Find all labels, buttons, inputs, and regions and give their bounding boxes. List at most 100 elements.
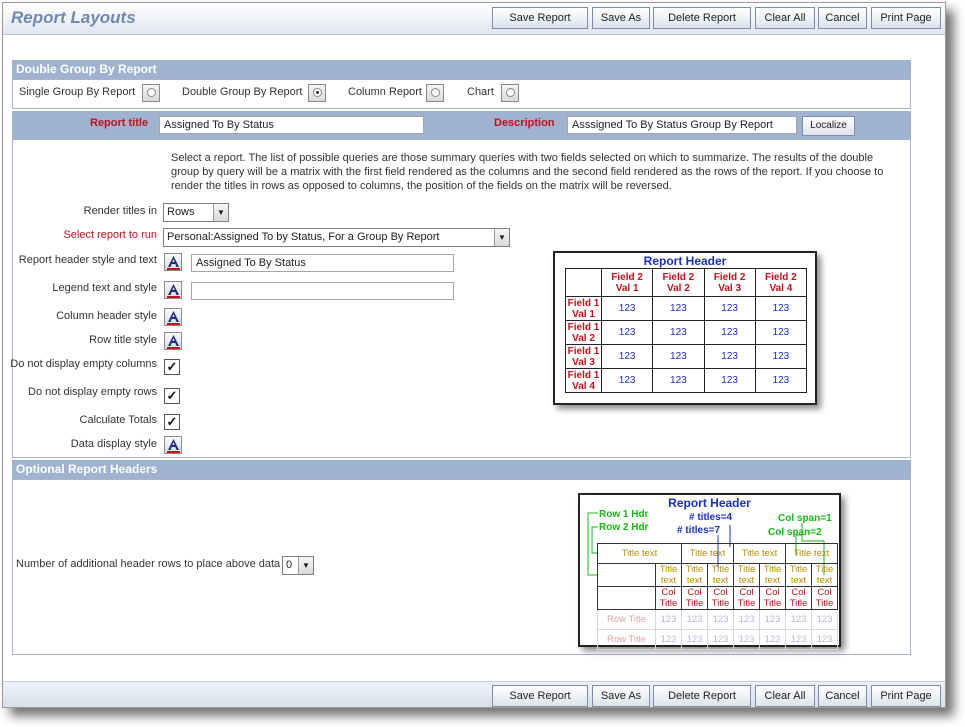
value-cell: 123 <box>681 629 708 650</box>
description-input[interactable] <box>567 116 797 134</box>
value-cell: 123 <box>811 629 838 650</box>
help-text: Select a report. The list of possible qu… <box>171 152 884 192</box>
bottom-toolbar: Save Report Save As Delete Report Clear … <box>3 681 945 707</box>
chart-label: Chart <box>467 86 494 98</box>
value-cell: 123 <box>754 344 808 369</box>
cancel-button[interactable]: Cancel <box>818 685 867 707</box>
value-cell: 123 <box>655 609 682 630</box>
column-header: Field 2 Val 2 <box>652 268 705 297</box>
value-cell: 123 <box>759 629 786 650</box>
header-preview-matrix: Title text Title text Title text Title t… <box>597 543 838 650</box>
value-cell: 123 <box>655 629 682 650</box>
single-group-label: Single Group By Report <box>19 86 136 98</box>
value-cell: 123 <box>681 609 708 630</box>
text-style-icon[interactable] <box>164 281 182 299</box>
calc-totals-checkbox[interactable]: ✓ <box>164 414 180 430</box>
data-style-label: Data display style <box>70 438 157 450</box>
header-preview: Report Header Row 1 Hdr Row 2 Hdr # titl… <box>578 493 841 650</box>
titles4-annotation: # titles=4 <box>689 512 733 523</box>
clear-all-button[interactable]: Clear All <box>755 685 815 707</box>
select-report-label: Select report to run <box>63 229 157 241</box>
col-title-cell: Col Title <box>785 586 812 610</box>
title-cell: Title text <box>811 563 838 587</box>
empty-columns-label: Do not display empty columns <box>10 358 157 370</box>
save-as-button[interactable]: Save As <box>592 685 650 707</box>
value-cell: 123 <box>785 629 812 650</box>
render-titles-select[interactable]: Rows ▼ <box>163 203 229 222</box>
print-page-button[interactable]: Print Page <box>871 685 941 707</box>
title-cell: Title text <box>785 563 812 587</box>
colspan2-annotation: Col span=2 <box>768 527 822 538</box>
column-header: Field 2 Val 3 <box>703 268 756 297</box>
header-rows-label: Number of additional header rows to plac… <box>16 558 281 570</box>
text-style-icon[interactable] <box>164 332 182 350</box>
column-header: Field 2 Val 1 <box>600 268 654 297</box>
legend-label: Legend text and style <box>52 282 157 294</box>
col-title-cell: Col Title <box>707 586 734 610</box>
row-header: Field 1 Val 2 <box>565 320 602 345</box>
single-group-radio[interactable] <box>142 84 160 102</box>
title-cell: Title text <box>733 563 760 587</box>
report-preview: Report Header Field 2 Val 1 Field 2 Val 2 … <box>553 251 817 405</box>
value-cell: 123 <box>600 296 654 321</box>
empty-columns-checkbox[interactable]: ✓ <box>164 359 180 375</box>
calc-totals-label: Calculate Totals <box>79 414 157 426</box>
clear-all-button[interactable]: Clear All <box>755 7 815 29</box>
render-titles-label: Render titles in <box>83 205 157 217</box>
text-style-icon[interactable] <box>164 253 182 271</box>
delete-report-button[interactable]: Delete Report <box>653 685 751 707</box>
title-cell: Title text <box>733 543 786 564</box>
title-cell: Title text <box>681 543 734 564</box>
row-title-cell: Row Title <box>597 629 656 650</box>
print-page-button[interactable]: Print Page <box>871 7 941 29</box>
double-group-radio[interactable] <box>308 84 326 102</box>
localize-button[interactable]: Localize <box>802 116 855 136</box>
chevron-down-icon: ▼ <box>298 557 313 574</box>
preview-matrix: Field 2 Val 1 Field 2 Val 2 Field 2 Val 3 F… <box>565 268 808 393</box>
text-style-icon[interactable] <box>164 308 182 326</box>
column-header: Field 2 Val 4 <box>754 268 808 297</box>
value-cell: 123 <box>703 320 756 345</box>
row-title-style-label: Row title style <box>89 334 157 346</box>
chevron-down-icon: ▼ <box>213 204 228 221</box>
row-header: Field 1 Val 3 <box>565 344 602 369</box>
report-title-label: Report title <box>90 117 149 129</box>
save-report-button[interactable]: Save Report <box>492 685 588 707</box>
save-report-button[interactable]: Save Report <box>492 7 588 29</box>
title-cell: Title text <box>759 563 786 587</box>
column-report-radio[interactable] <box>426 84 444 102</box>
value-cell: 123 <box>652 320 705 345</box>
column-header-style-label: Column header style <box>56 310 157 322</box>
title-cell: Title text <box>655 563 682 587</box>
titles7-annotation: # titles=7 <box>677 525 721 536</box>
top-toolbar: Report Layouts Save Report Save As Delet… <box>3 3 945 35</box>
optional-headers-section-header: Optional Report Headers <box>12 460 911 479</box>
cancel-button[interactable]: Cancel <box>818 7 867 29</box>
header-style-label: Report header style and text <box>18 254 157 266</box>
report-title-input[interactable] <box>159 116 424 134</box>
value-cell: 123 <box>707 609 734 630</box>
legend-text-input[interactable] <box>191 282 454 300</box>
select-report-select[interactable]: Personal:Assigned To by Status, For a Gr… <box>163 228 510 247</box>
row-title-cell: Row Title <box>597 609 656 630</box>
row-header: Field 1 Val 4 <box>565 368 602 393</box>
report-type-options: Single Group By Report Double Group By R… <box>12 79 911 109</box>
text-style-icon[interactable] <box>164 436 182 454</box>
empty-rows-checkbox[interactable]: ✓ <box>164 388 180 404</box>
value-cell: 123 <box>754 296 808 321</box>
value-cell: 123 <box>733 629 760 650</box>
value-cell: 123 <box>703 344 756 369</box>
chart-radio[interactable] <box>501 84 519 102</box>
chevron-down-icon: ▼ <box>494 229 509 246</box>
delete-report-button[interactable]: Delete Report <box>653 7 751 29</box>
double-group-label: Double Group By Report <box>182 86 303 98</box>
header-text-input[interactable] <box>191 254 454 272</box>
title-cell: Title text <box>707 563 734 587</box>
value-cell: 123 <box>703 296 756 321</box>
header-rows-select[interactable]: 0 ▼ <box>282 556 314 575</box>
row2-hdr-annotation: Row 2 Hdr <box>599 522 649 533</box>
corner-cell <box>565 268 602 297</box>
title-cell: Title text <box>681 563 708 587</box>
save-as-button[interactable]: Save As <box>592 7 650 29</box>
value-cell: 123 <box>600 368 654 393</box>
